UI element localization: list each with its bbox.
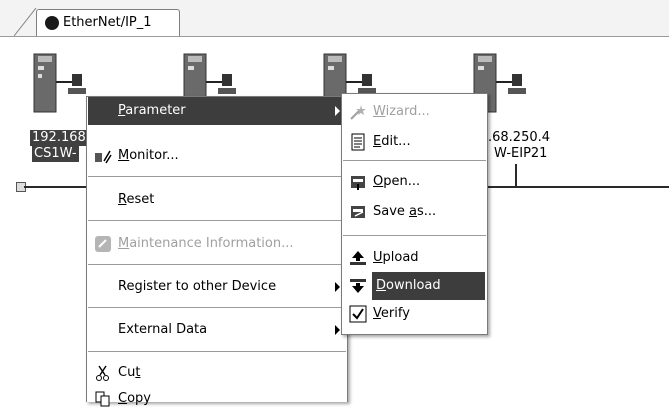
download-icon [349,277,367,295]
menu-item-parameter[interactable]: Parameter [88,97,346,125]
upload-icon [349,249,367,267]
submenu-item-wizard: Wizard... [343,98,486,126]
device-4-ip: .68.250.4 [488,130,551,145]
copy-icon [94,390,112,408]
submenu-item-edit[interactable]: Edit... [343,128,486,156]
plc-device-icon [33,53,86,113]
network-icon [45,16,59,30]
menu-item-label: Monitor... [118,148,179,163]
menu-item-label: Upload [373,250,419,265]
verify-checkmark-icon [349,305,367,323]
submenu-item-download[interactable]: Download [372,272,485,300]
menu-separator [88,307,346,308]
menu-item-label: Parameter [118,103,186,118]
menu-item-monitor[interactable]: Monitor... [88,142,346,170]
menu-item-maintenance-information: Maintenance Information... [88,230,346,258]
tab-ethernet-ip[interactable]: EtherNet/IP_1 [36,9,180,37]
menu-item-copy[interactable]: Copy [88,385,346,413]
menu-item-label: Register to other Device [118,279,277,294]
menu-separator [343,160,486,161]
menu-item-label: Copy [118,391,151,406]
edit-document-icon [349,133,367,151]
menu-item-label: Reset [118,192,155,207]
menu-item-label: Open... [373,174,421,189]
tab-strip: EtherNet/IP_1 [0,0,669,37]
device-1-ip: 192.168 [30,130,88,146]
menu-item-label: Wizard... [373,104,430,119]
monitor-icon [94,147,112,165]
wizard-icon [349,103,367,121]
menu-item-label: Cut [118,365,141,380]
menu-separator [88,176,346,177]
submenu-item-upload[interactable]: Upload [343,244,486,272]
submenu-item-save-as[interactable]: Save as... [343,198,486,226]
submenu-item-open[interactable]: Open... [343,168,486,196]
menu-item-cut[interactable]: Cut [88,359,346,387]
scissors-icon [94,364,112,382]
context-menu: Parameter Monitor... Reset Maintenance I… [86,96,348,407]
submenu-arrow-icon [335,282,340,292]
menu-separator [88,220,346,221]
maintenance-icon [94,235,112,253]
menu-separator [343,235,486,236]
menu-item-label: Save as... [373,204,437,219]
menu-item-reset[interactable]: Reset [88,186,346,214]
menu-item-register-to-other-device[interactable]: Register to other Device [88,273,346,301]
menu-item-label: Edit... [373,134,411,149]
parameter-submenu: Wizard... Edit... Open... Save as... Upl… [341,93,488,335]
save-as-icon [349,203,367,221]
submenu-arrow-icon [335,106,340,116]
menu-item-label: Verify [373,306,410,321]
menu-separator [88,351,346,352]
menu-item-external-data[interactable]: External Data [88,316,346,344]
submenu-item-verify[interactable]: Verify [343,300,486,328]
submenu-arrow-icon [335,325,340,335]
device-4-model: W-EIP21 [494,146,548,161]
bus-drop-line [515,164,517,188]
device-node-1[interactable] [28,52,88,118]
menu-item-label: Maintenance Information... [118,236,294,251]
menu-item-label: Download [376,278,441,293]
menu-separator [88,264,346,265]
canvas-top-border [0,36,669,37]
open-file-icon [349,173,367,191]
tab-label: EtherNet/IP_1 [63,15,152,30]
menu-item-label: External Data [118,322,208,337]
device-1-model: CS1W- [32,146,79,162]
